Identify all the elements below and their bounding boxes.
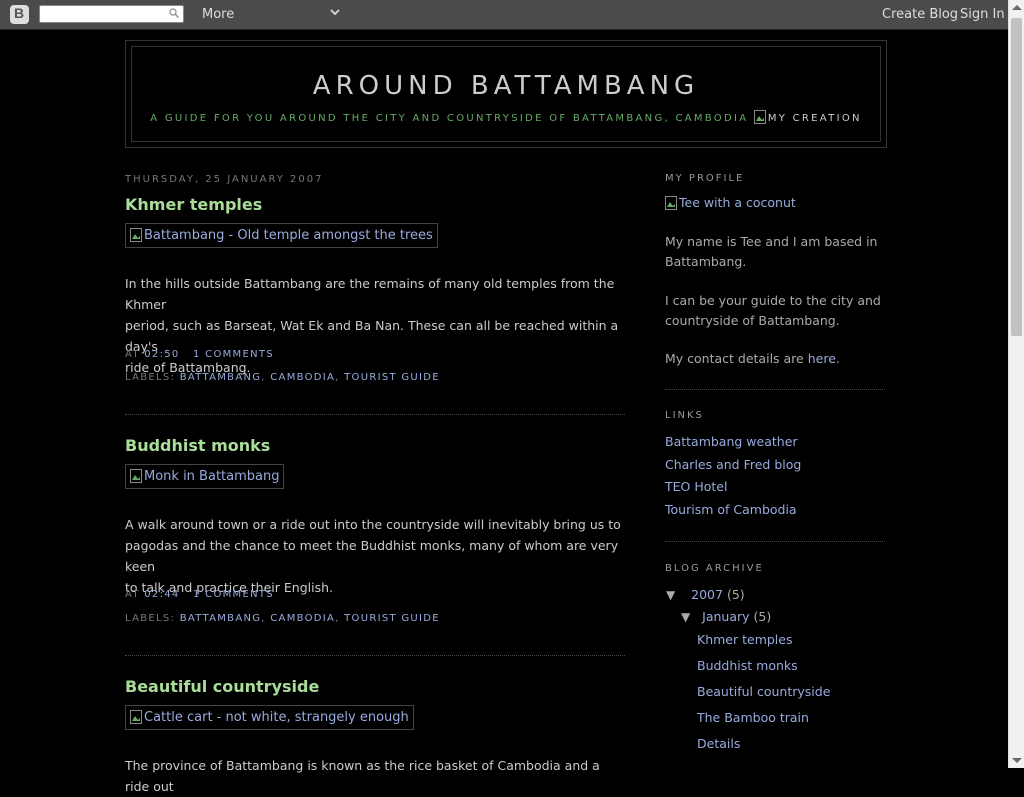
- blog-title[interactable]: AROUND BATTAMBANG: [132, 71, 880, 101]
- post-body: In the hills outside Battambang are the …: [125, 276, 619, 375]
- post-separator: [125, 655, 625, 656]
- blog-description: A GUIDE FOR YOU AROUND THE CITY AND COUN…: [132, 110, 880, 124]
- post-title[interactable]: Buddhist monks: [125, 436, 270, 455]
- vertical-scrollbar[interactable]: [1008, 0, 1024, 768]
- broken-image-icon: [130, 710, 142, 724]
- post-title[interactable]: Khmer temples: [125, 195, 262, 214]
- sign-in-link[interactable]: Sign In: [960, 7, 1005, 22]
- archive-month: ▼ January (5): [681, 609, 771, 624]
- scroll-down-arrow-icon[interactable]: [1012, 758, 1022, 763]
- sidebar-link[interactable]: Tourism of Cambodia: [665, 502, 797, 517]
- archive-post-link[interactable]: Buddhist monks: [697, 658, 798, 673]
- post-labels: LABELS: BATTAMBANG, CAMBODIA, TOURIST GU…: [125, 372, 440, 383]
- label-link[interactable]: TOURIST GUIDE: [344, 613, 440, 624]
- profile-image[interactable]: Tee with a coconut: [665, 195, 796, 210]
- post-timestamp-link[interactable]: 02:44: [144, 589, 179, 600]
- profile-image-alt: Tee with a coconut: [679, 195, 796, 210]
- sidebar-separator: [665, 389, 885, 390]
- search-input[interactable]: [39, 5, 184, 23]
- label-link[interactable]: CAMBODIA: [270, 372, 335, 383]
- post-image[interactable]: Cattle cart - not white, strangely enoug…: [125, 705, 414, 730]
- contact-here-link[interactable]: here: [808, 351, 836, 366]
- profile-text: My name is Tee and I am based in Battamb…: [665, 234, 878, 269]
- blog-description-text: A GUIDE FOR YOU AROUND THE CITY AND COUN…: [150, 113, 749, 124]
- label-link[interactable]: TOURIST GUIDE: [344, 372, 440, 383]
- label-link[interactable]: BATTAMBANG: [180, 613, 262, 624]
- archive-month-link[interactable]: January: [702, 609, 749, 624]
- date-header: THURSDAY, 25 JANUARY 2007: [125, 174, 324, 185]
- scroll-up-arrow-icon[interactable]: [1012, 5, 1022, 10]
- links-heading: LINKS: [665, 410, 704, 421]
- scrollbar-thumb[interactable]: [1011, 18, 1022, 336]
- create-blog-link[interactable]: Create Blog: [882, 7, 958, 22]
- post-labels: LABELS: BATTAMBANG, CAMBODIA, TOURIST GU…: [125, 613, 440, 624]
- comments-link[interactable]: 1 COMMENTS: [193, 349, 274, 360]
- archive-post-link[interactable]: Details: [697, 736, 740, 751]
- blogger-logo-icon[interactable]: B: [10, 5, 29, 24]
- post-title[interactable]: Beautiful countryside: [125, 677, 319, 696]
- archive-year-count: (5): [726, 587, 745, 602]
- profile-text: I can be your guide to the city and coun…: [665, 293, 881, 328]
- archive-month-count: (5): [753, 609, 772, 624]
- profile-heading: MY PROFILE: [665, 173, 745, 184]
- post-image[interactable]: Battambang - Old temple amongst the tree…: [125, 223, 438, 248]
- archive-year-link[interactable]: 2007: [691, 587, 723, 602]
- post-separator: [125, 414, 625, 415]
- collapse-triangle-icon[interactable]: ▼: [666, 588, 675, 602]
- broken-image-icon: [130, 228, 142, 242]
- collapse-triangle-icon[interactable]: ▼: [681, 610, 690, 624]
- archive-post-link[interactable]: Khmer temples: [697, 632, 792, 647]
- sidebar-link[interactable]: TEO Hotel: [665, 479, 727, 494]
- archive-post-link[interactable]: The Bamboo train: [697, 710, 809, 725]
- sidebar-link[interactable]: Battambang weather: [665, 434, 798, 449]
- post-image-alt: Battambang - Old temple amongst the tree…: [144, 228, 433, 243]
- post-footer-line1: AT 02:44 1 COMMENTS: [125, 589, 274, 600]
- post-image[interactable]: Monk in Battambang: [125, 464, 285, 489]
- sidebar-separator: [665, 541, 885, 542]
- label-link[interactable]: BATTAMBANG: [180, 372, 262, 383]
- archive-year: ▼ 2007 (5): [666, 587, 745, 602]
- archive-heading: BLOG ARCHIVE: [665, 563, 764, 574]
- comments-link[interactable]: 1 COMMENTS: [193, 589, 274, 600]
- more-menu[interactable]: More: [202, 7, 234, 22]
- blogger-navbar: B More Create Blog Sign In: [0, 0, 1008, 30]
- profile-contact: My contact details are here.: [665, 351, 840, 366]
- search-icon[interactable]: [169, 8, 179, 18]
- chevron-down-icon[interactable]: [329, 6, 341, 18]
- header-image-alt: MY CREATION: [767, 113, 862, 124]
- post-footer-line1: AT 02:50 1 COMMENTS: [125, 349, 274, 360]
- blog-header: AROUND BATTAMBANG A GUIDE FOR YOU AROUND…: [125, 40, 887, 148]
- label-link[interactable]: CAMBODIA: [270, 613, 335, 624]
- broken-image-icon: [130, 469, 142, 483]
- post-timestamp-link[interactable]: 02:50: [144, 349, 179, 360]
- broken-image-icon: [753, 110, 766, 124]
- post-image-alt: Cattle cart - not white, strangely enoug…: [144, 710, 409, 725]
- post-image-alt: Monk in Battambang: [144, 469, 280, 484]
- broken-image-icon: [665, 196, 677, 210]
- post-body: The province of Battambang is known as t…: [125, 758, 600, 794]
- sidebar-link[interactable]: Charles and Fred blog: [665, 457, 801, 472]
- archive-post-link[interactable]: Beautiful countryside: [697, 684, 830, 699]
- post-body: A walk around town or a ride out into th…: [125, 517, 621, 595]
